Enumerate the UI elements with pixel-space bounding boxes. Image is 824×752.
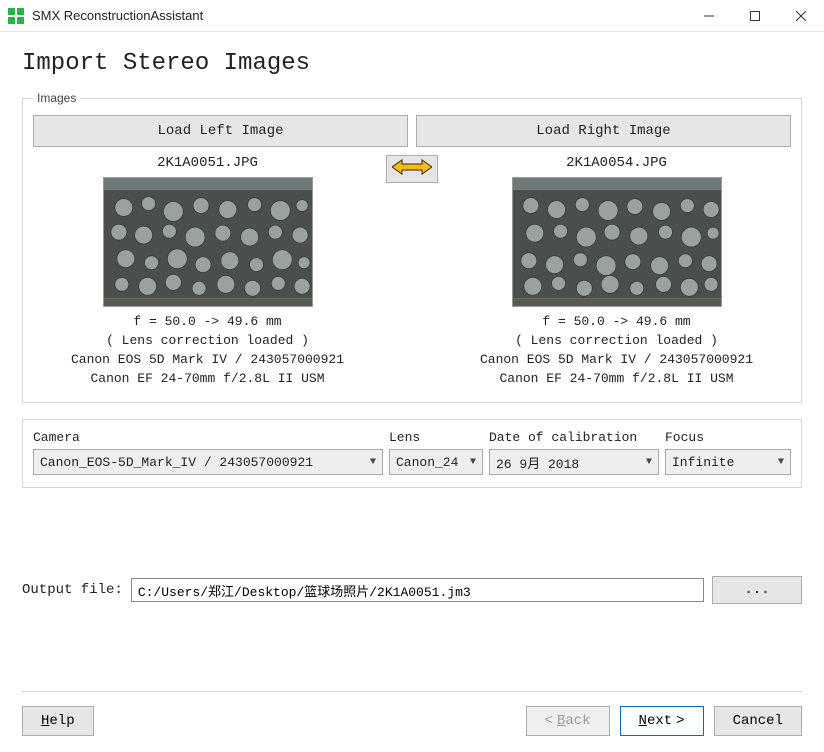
left-image-column: 2K1A0051.JPG [33,155,382,388]
help-rest: elp [49,713,74,729]
calibration-date-label: Date of calibration [489,430,665,445]
load-left-image-button[interactable]: Load Left Image [33,115,408,147]
left-focal-line: f = 50.0 -> 49.6 mm [39,313,376,332]
camera-dropdown-value: Canon_EOS-5D_Mark_IV / 243057000921 [40,455,364,470]
window-title: SMX ReconstructionAssistant [32,8,686,23]
load-right-image-button[interactable]: Load Right Image [416,115,791,147]
chevron-down-icon: ▼ [368,457,378,468]
left-camera-line: Canon EOS 5D Mark IV / 243057000921 [39,351,376,370]
swap-images-button[interactable] [386,155,438,183]
left-filename: 2K1A0051.JPG [39,155,376,171]
cancel-label: Cancel [733,713,783,729]
chevron-down-icon: ▼ [776,457,786,468]
lens-dropdown[interactable]: Canon_24 ▼ [389,449,483,475]
camera-dropdown[interactable]: Canon_EOS-5D_Mark_IV / 243057000921 ▼ [33,449,383,475]
window-close-button[interactable] [778,0,824,32]
chevron-right-icon: > [676,713,684,729]
calibration-date-value: 26 9月 2018 [496,453,640,472]
next-accel: N [639,713,647,729]
focus-dropdown[interactable]: Infinite ▼ [665,449,791,475]
wizard-footer: Help < Back Next > Cancel [22,691,802,736]
right-image-thumbnail [512,177,722,307]
load-right-image-label: Load Right Image [536,123,670,139]
calibration-date-dropdown[interactable]: 26 9月 2018 ▼ [489,449,659,475]
cancel-button[interactable]: Cancel [714,706,802,736]
lens-dropdown-value: Canon_24 [396,455,464,470]
chevron-down-icon: ▼ [468,457,478,468]
right-lens-correction: ( Lens correction loaded ) [448,332,785,351]
load-left-image-label: Load Left Image [157,123,283,139]
next-rest: ext [647,713,672,729]
output-file-label: Output file: [22,582,123,598]
images-group: Images Load Left Image Load Right Image … [22,91,802,403]
right-lens-line: Canon EF 24-70mm f/2.8L II USM [448,370,785,389]
right-focal-line: f = 50.0 -> 49.6 mm [448,313,785,332]
images-group-legend: Images [33,91,80,105]
left-lens-correction: ( Lens correction loaded ) [39,332,376,351]
lens-label: Lens [389,430,489,445]
left-lens-line: Canon EF 24-70mm f/2.8L II USM [39,370,376,389]
left-image-thumbnail [103,177,313,307]
window-minimize-button[interactable] [686,0,732,32]
right-camera-line: Canon EOS 5D Mark IV / 243057000921 [448,351,785,370]
window-titlebar: SMX ReconstructionAssistant [0,0,824,32]
window-controls [686,0,824,32]
next-button[interactable]: Next > [620,706,704,736]
page-title: Import Stereo Images [22,50,802,77]
chevron-down-icon: ▼ [644,457,654,468]
help-button[interactable]: Help [22,706,94,736]
focus-label: Focus [665,430,791,445]
app-icon [8,8,24,24]
calibration-group: Camera Lens Date of calibration Focus Ca… [22,419,802,488]
chevron-left-icon: < [545,713,553,729]
focus-dropdown-value: Infinite [672,455,772,470]
browse-output-button[interactable]: ... [712,576,802,604]
output-file-input[interactable] [131,578,704,602]
swap-arrows-icon [392,158,432,181]
back-rest: ack [565,713,590,729]
browse-output-label: ... [744,582,769,598]
camera-label: Camera [33,430,389,445]
window-maximize-button[interactable] [732,0,778,32]
back-button: < Back [526,706,610,736]
right-filename: 2K1A0054.JPG [448,155,785,171]
right-image-column: 2K1A0054.JPG [442,155,791,388]
